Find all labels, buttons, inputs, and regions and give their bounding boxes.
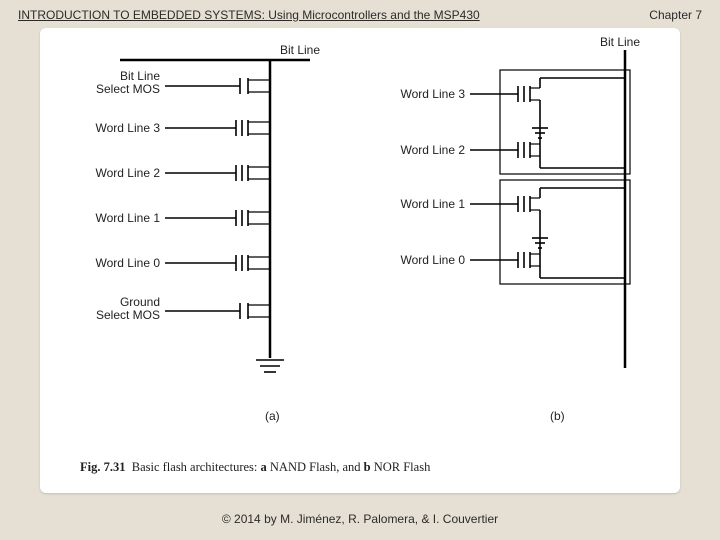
panel-a-sub: (a) xyxy=(265,409,280,423)
panel-b-sub: (b) xyxy=(550,409,565,423)
panel-a-bitline-label: Bit Line xyxy=(280,43,320,57)
chapter-label: Chapter 7 xyxy=(649,8,702,22)
panel-a: Bit Line Bit Line Select MOS Word Line 3 xyxy=(96,43,321,423)
caption-a-text: NAND Flash, and xyxy=(270,460,364,474)
circuit-diagram: Bit Line Bit Line Select MOS Word Line 3 xyxy=(40,28,680,438)
copyright-text: © 2014 by M. Jiménez, R. Palomera, & I. … xyxy=(222,512,498,526)
panel-b-label-2: Word Line 1 xyxy=(401,197,466,211)
panel-b: Bit Line Word Line 3 xyxy=(401,35,641,423)
panel-b-label-0: Word Line 3 xyxy=(401,87,466,101)
panel-a-label-1: Word Line 3 xyxy=(96,121,161,135)
panel-a-label-0-l2: Select MOS xyxy=(96,82,160,96)
page-footer: © 2014 by M. Jiménez, R. Palomera, & I. … xyxy=(0,512,720,526)
panel-a-label-3: Word Line 1 xyxy=(96,211,161,225)
panel-a-label-2: Word Line 2 xyxy=(96,166,161,180)
panel-b-label-1: Word Line 2 xyxy=(401,143,466,157)
caption-prefix: Basic flash architectures: xyxy=(132,460,261,474)
panel-b-label-3: Word Line 0 xyxy=(401,253,466,267)
caption-b-key: b xyxy=(364,460,371,474)
caption-a-key: a xyxy=(261,460,267,474)
figure-caption: Fig. 7.31 Basic flash architectures: a N… xyxy=(80,460,430,475)
caption-b-text: NOR Flash xyxy=(374,460,431,474)
ground-icon xyxy=(256,358,284,372)
panel-a-label-0-l1: Bit Line xyxy=(120,69,160,83)
panel-a-label-5-l2: Select MOS xyxy=(96,308,160,322)
figure-panel: Bit Line Bit Line Select MOS Word Line 3 xyxy=(40,28,680,493)
figure-number: Fig. 7.31 xyxy=(80,460,125,474)
panel-a-label-4: Word Line 0 xyxy=(96,256,161,270)
panel-a-label-5-l1: Ground xyxy=(120,295,160,309)
page-header: INTRODUCTION TO EMBEDDED SYSTEMS: Using … xyxy=(0,0,720,26)
panel-b-bitline-label: Bit Line xyxy=(600,35,640,49)
book-title: INTRODUCTION TO EMBEDDED SYSTEMS: Using … xyxy=(18,8,480,22)
